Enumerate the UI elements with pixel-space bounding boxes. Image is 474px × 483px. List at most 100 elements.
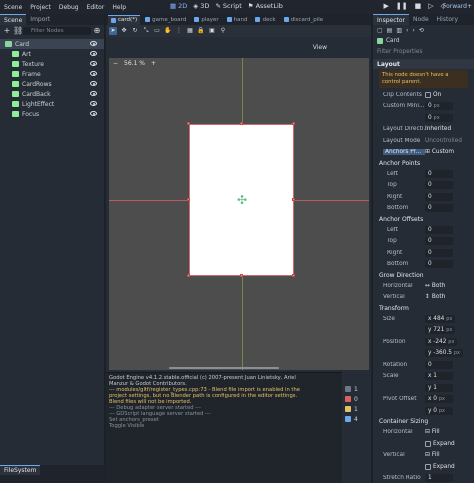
select-mode-icon[interactable]: ➤ bbox=[109, 27, 117, 35]
container-horizontal-select[interactable]: ⊟ Fill bbox=[425, 429, 440, 435]
menu-project[interactable]: Project bbox=[26, 4, 55, 11]
back-icon[interactable]: ‹ bbox=[406, 27, 408, 34]
tab-import[interactable]: Import bbox=[26, 14, 54, 25]
filter-properties-input[interactable]: Filter Properties bbox=[373, 47, 474, 59]
anchor-offset-field[interactable]: 0 bbox=[425, 225, 453, 234]
visibility-eye-icon[interactable] bbox=[90, 51, 97, 56]
counter-warning[interactable]: 1 bbox=[342, 404, 371, 414]
position-x-field[interactable]: x -242 px bbox=[425, 337, 458, 346]
anchor-offset-field[interactable]: 0 bbox=[425, 248, 453, 257]
anchor-point-field[interactable]: 0 bbox=[425, 169, 453, 178]
anchor-point-field[interactable]: 0 bbox=[425, 204, 453, 213]
resize-handle-top-left[interactable] bbox=[187, 122, 190, 125]
visibility-eye-icon[interactable] bbox=[90, 91, 97, 96]
ruler-icon[interactable]: ▭ bbox=[153, 27, 161, 35]
scene-tab[interactable]: card(*) bbox=[108, 14, 141, 25]
canvas-viewport[interactable]: − 56.1 % + ✣ bbox=[109, 58, 369, 370]
tab-scene[interactable]: Scene bbox=[0, 14, 27, 25]
transform-section[interactable]: Transform bbox=[373, 303, 474, 313]
attach-script-icon[interactable]: ⊕ bbox=[93, 27, 101, 35]
snap-icon[interactable]: ⋮ bbox=[175, 27, 183, 35]
anchor-pivot-icon[interactable]: ✣ bbox=[236, 194, 248, 206]
anchor-offset-field[interactable]: 0 bbox=[425, 237, 453, 246]
view-menu-button[interactable]: View bbox=[313, 44, 327, 51]
scene-tab[interactable]: hand bbox=[224, 15, 251, 25]
history-icon[interactable]: ⟲ bbox=[419, 27, 424, 34]
new-resource-icon[interactable]: ▢ bbox=[377, 27, 383, 34]
workspace-assetlib-button[interactable]: ⚑ AssetLib bbox=[248, 2, 283, 10]
tab-node[interactable]: Node bbox=[409, 14, 433, 25]
menu-help[interactable]: Help bbox=[108, 4, 130, 11]
resize-handle-bottom[interactable] bbox=[240, 274, 243, 277]
size-y-field[interactable]: y 721 px bbox=[425, 326, 456, 335]
grow-vertical-select[interactable]: ↕ Both bbox=[425, 294, 445, 300]
anchors-preset-select[interactable]: ⊞ Custom bbox=[425, 149, 454, 155]
zoom-out-icon[interactable]: − bbox=[113, 60, 118, 67]
scene-tab[interactable]: player bbox=[191, 15, 221, 25]
link-icon[interactable]: ⛓ bbox=[13, 27, 23, 35]
pan-icon[interactable]: ✋ bbox=[164, 27, 172, 35]
rotation-field[interactable]: 0 bbox=[425, 360, 453, 369]
resize-handle-bottom-right[interactable] bbox=[292, 274, 295, 277]
resize-handle-top-right[interactable] bbox=[292, 122, 295, 125]
pivot-y-field[interactable]: y 0 px bbox=[425, 406, 453, 415]
resize-handle-left[interactable] bbox=[187, 198, 190, 201]
pivot-x-field[interactable]: x 0 px bbox=[425, 395, 453, 404]
play-icon[interactable]: ▶ bbox=[383, 2, 388, 10]
layout-section[interactable]: Layout bbox=[373, 59, 474, 69]
tree-node[interactable]: CardRows bbox=[0, 79, 104, 89]
layout-direction-select[interactable]: Inherited bbox=[425, 126, 451, 132]
load-icon[interactable]: ▤ bbox=[387, 27, 393, 34]
clip-contents-checkbox[interactable] bbox=[425, 91, 431, 98]
container-vertical-select[interactable]: ⊟ Fill bbox=[425, 452, 440, 458]
scale-mode-icon[interactable]: ⤡ bbox=[142, 27, 150, 35]
bone-icon[interactable]: ⚲ bbox=[219, 27, 227, 35]
filter-nodes-input[interactable]: Filter Nodes bbox=[23, 27, 91, 35]
workspace-script-button[interactable]: ✎ Script bbox=[215, 2, 241, 10]
scale-x-field[interactable]: x 1 bbox=[425, 372, 453, 381]
group-icon[interactable]: ▣ bbox=[208, 27, 216, 35]
counter-log[interactable]: 1 bbox=[342, 384, 371, 394]
counter-editor[interactable]: 4 bbox=[342, 414, 371, 424]
position-y-field[interactable]: y -360.5 px bbox=[425, 349, 463, 358]
visibility-eye-icon[interactable] bbox=[90, 101, 97, 106]
visibility-eye-icon[interactable] bbox=[90, 61, 97, 66]
tree-node[interactable]: Art bbox=[0, 49, 104, 59]
scale-y-field[interactable]: y 1 bbox=[425, 383, 453, 392]
anchor-point-field[interactable]: 0 bbox=[425, 181, 453, 190]
size-x-field[interactable]: x 484 px bbox=[425, 314, 456, 323]
visibility-eye-icon[interactable] bbox=[90, 81, 97, 86]
add-node-icon[interactable]: + bbox=[3, 27, 11, 35]
anchor-point-field[interactable]: 0 bbox=[425, 192, 453, 201]
h-expand-checkbox[interactable] bbox=[425, 440, 431, 447]
save-icon[interactable]: ▥ bbox=[396, 27, 402, 34]
v-expand-checkbox[interactable] bbox=[425, 463, 431, 470]
visibility-eye-icon[interactable] bbox=[90, 41, 97, 46]
tree-node[interactable]: Focus bbox=[0, 109, 104, 119]
zoom-in-icon[interactable]: + bbox=[151, 60, 156, 67]
anchor-points-section[interactable]: Anchor Points bbox=[373, 158, 474, 168]
grow-direction-section[interactable]: Grow Direction bbox=[373, 270, 474, 280]
scene-tab[interactable]: deck bbox=[252, 15, 278, 25]
play-scene-icon[interactable]: ▷ bbox=[428, 2, 433, 10]
forward-icon[interactable]: › bbox=[412, 27, 414, 34]
anchor-offsets-section[interactable]: Anchor Offsets bbox=[373, 214, 474, 224]
resize-handle-bottom-left[interactable] bbox=[187, 274, 190, 277]
output-search-icon[interactable] bbox=[342, 372, 371, 384]
visibility-eye-icon[interactable] bbox=[90, 71, 97, 76]
menu-editor[interactable]: Editor bbox=[83, 4, 109, 11]
custom-min-x-field[interactable]: 0 px bbox=[425, 102, 453, 111]
resize-handle-top[interactable] bbox=[240, 122, 243, 125]
menu-scene[interactable]: Scene bbox=[0, 4, 26, 11]
grid-icon[interactable]: ▦ bbox=[186, 27, 194, 35]
custom-min-y-field[interactable]: 0 px bbox=[425, 113, 453, 122]
inspector-node-row[interactable]: Card bbox=[373, 35, 474, 47]
tab-filesystem[interactable]: FileSystem bbox=[0, 465, 41, 475]
tree-node[interactable]: Card bbox=[0, 39, 104, 49]
stretch-ratio-field[interactable]: 1 bbox=[425, 474, 453, 483]
lock-icon[interactable]: 🔒 bbox=[197, 27, 205, 35]
menu-debug[interactable]: Debug bbox=[55, 4, 83, 11]
resize-handle-right[interactable] bbox=[292, 198, 295, 201]
pause-icon[interactable]: ❚❚ bbox=[396, 2, 408, 10]
tab-inspector[interactable]: Inspector bbox=[373, 14, 409, 25]
